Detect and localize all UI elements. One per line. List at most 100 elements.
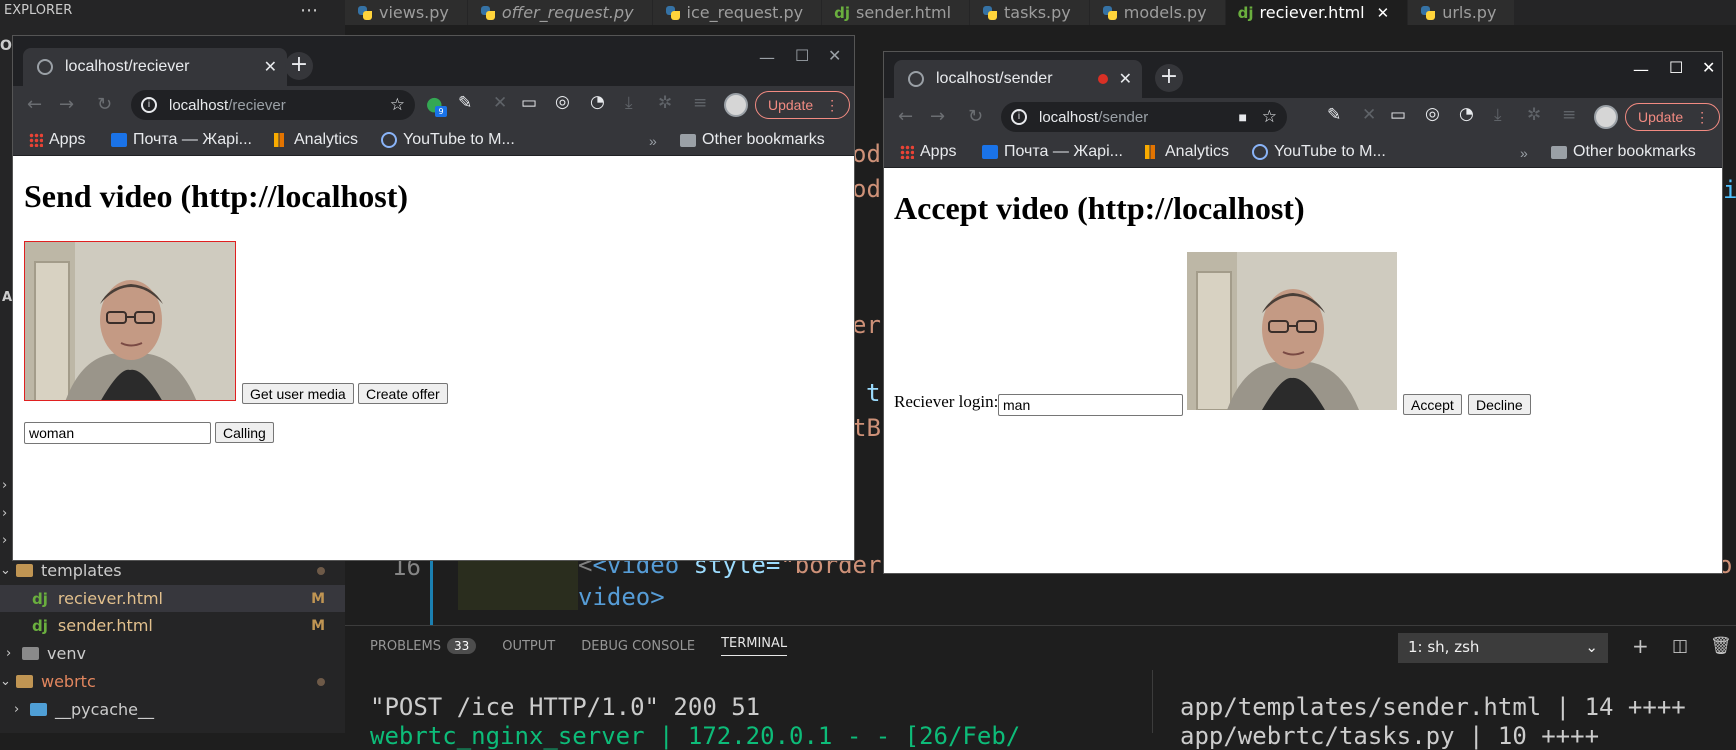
python-icon <box>982 5 998 21</box>
reload-icon[interactable]: ↻ <box>97 94 112 115</box>
target-icon[interactable]: ◎ <box>1425 104 1440 124</box>
trash-icon[interactable]: 🗑 <box>1710 636 1732 656</box>
login-input[interactable]: woman <box>24 422 211 444</box>
tree-chevron-icon[interactable]: › <box>2 533 7 548</box>
bookmarks-overflow-icon[interactable]: » <box>649 133 657 149</box>
puzzle-icon[interactable]: ✲ <box>658 93 672 113</box>
analytics-icon <box>274 133 288 147</box>
editor-tab-bar: views.py offer_request.py ice_request.py… <box>345 0 1516 25</box>
update-button[interactable]: Update ⋮ <box>1625 103 1721 131</box>
minimize-icon[interactable]: — <box>1633 60 1649 79</box>
download-icon[interactable]: ⤓ <box>1494 105 1502 125</box>
download-icon[interactable]: ⤓ <box>625 93 633 113</box>
code-fragment: od <box>852 140 881 168</box>
close-icon[interactable]: ✕ <box>1377 4 1390 22</box>
tab-problems[interactable]: PROBLEMS 33 <box>370 638 477 654</box>
new-tab-button[interactable]: + <box>285 52 313 80</box>
bookmark-other[interactable]: Other bookmarks <box>1551 143 1696 161</box>
tab-models-py[interactable]: models.py <box>1089 0 1226 25</box>
clock-icon[interactable]: ◔ <box>590 92 605 112</box>
tree-chevron-icon[interactable]: › <box>2 506 7 521</box>
tab-sender-html[interactable]: dj sender.html <box>822 0 971 25</box>
create-offer-button[interactable]: Create offer <box>358 383 448 404</box>
browser-tab[interactable]: localhost/reciever ✕ <box>23 48 287 86</box>
python-icon <box>1420 5 1436 21</box>
split-terminal-icon[interactable]: ◫ <box>1672 636 1688 656</box>
address-bar[interactable]: i localhost/reciever ☆ <box>131 90 415 120</box>
tree-item-pycache[interactable]: › __pycache__ <box>0 696 345 723</box>
bookmark-apps[interactable]: Apps <box>900 143 956 161</box>
tab-reciever-html[interactable]: dj reciever.html ✕ <box>1225 0 1409 25</box>
playlist-icon[interactable]: ≡ <box>693 93 707 113</box>
close-tab-icon[interactable]: ✕ <box>1119 69 1132 89</box>
bookmark-other[interactable]: Other bookmarks <box>680 131 825 149</box>
tree-item-webrtc[interactable]: ⌄ webrtc <box>0 668 345 695</box>
back-icon[interactable]: ← <box>27 94 42 115</box>
pen-icon[interactable]: ✎ <box>458 93 472 113</box>
maximize-icon[interactable]: ☐ <box>1669 58 1683 77</box>
clock-icon[interactable]: ◔ <box>1459 104 1474 124</box>
bookmark-youtube-to-mp3[interactable]: YouTube to M... <box>1252 143 1386 161</box>
back-icon[interactable]: ← <box>898 106 913 127</box>
accept-button[interactable]: Accept <box>1403 394 1462 415</box>
avatar[interactable] <box>724 93 748 117</box>
minimize-icon[interactable]: — <box>759 48 775 67</box>
chevron-down-icon: ⌄ <box>0 674 11 689</box>
tab-offer-request-py[interactable]: offer_request.py <box>467 0 653 25</box>
browser-tab[interactable]: localhost/sender ✕ <box>894 60 1142 98</box>
receiver-login-input[interactable]: man <box>998 394 1183 416</box>
browser-window-sender: localhost/sender ✕ + — ☐ ✕ ← → ↻ i local… <box>884 52 1722 573</box>
target-icon[interactable]: ◎ <box>555 92 570 112</box>
new-terminal-icon[interactable]: + <box>1632 634 1649 658</box>
close-window-icon[interactable]: ✕ <box>828 46 841 65</box>
tree-chevron-icon[interactable]: › <box>2 478 7 493</box>
tree-item-venv[interactable]: › venv <box>0 640 345 667</box>
tab-output[interactable]: OUTPUT <box>502 639 555 654</box>
forward-icon[interactable]: → <box>59 94 74 115</box>
terminal-select[interactable]: 1: sh, zsh ⌄ <box>1398 633 1608 663</box>
monitor-icon[interactable]: ▭ <box>521 93 537 113</box>
maximize-icon[interactable]: ☐ <box>795 46 809 65</box>
tree-item-sender-html[interactable]: dj sender.html M <box>0 612 345 639</box>
update-button[interactable]: Update ⋮ <box>755 91 851 119</box>
close-tab-icon[interactable]: ✕ <box>264 57 277 77</box>
tree-item-reciever-html[interactable]: dj reciever.html M <box>0 585 345 612</box>
star-icon[interactable]: ☆ <box>1262 107 1277 127</box>
bookmark-apps[interactable]: Apps <box>29 131 85 149</box>
modified-dot-icon <box>317 677 325 686</box>
tree-item-templates[interactable]: ⌄ templates <box>0 557 345 584</box>
blocked-icon[interactable]: ✕ <box>493 93 507 113</box>
bookmarks-overflow-icon[interactable]: » <box>1520 145 1528 161</box>
tab-terminal[interactable]: TERMINAL <box>721 636 788 656</box>
avatar[interactable] <box>1594 105 1618 129</box>
tab-ice-request-py[interactable]: ice_request.py <box>652 0 823 25</box>
close-window-icon[interactable]: ✕ <box>1702 58 1715 77</box>
bookmark-youtube-to-mp3[interactable]: YouTube to M... <box>381 131 515 149</box>
tab-debug-console[interactable]: DEBUG CONSOLE <box>581 639 695 654</box>
bookmark-mail[interactable]: Почта — Жарі... <box>982 143 1123 161</box>
more-actions-icon[interactable]: ⋯ <box>300 0 319 21</box>
new-tab-button[interactable]: + <box>1155 64 1183 92</box>
bookmark-analytics[interactable]: Analytics <box>274 131 358 149</box>
pen-icon[interactable]: ✎ <box>1327 105 1341 125</box>
playlist-icon[interactable]: ≡ <box>1562 105 1576 125</box>
explorer-title: EXPLORER <box>4 3 73 18</box>
tab-urls-py[interactable]: urls.py <box>1408 0 1516 25</box>
bookmark-analytics[interactable]: Analytics <box>1145 143 1229 161</box>
calling-button[interactable]: Calling <box>215 422 274 443</box>
python-icon <box>665 5 681 21</box>
monitor-icon[interactable]: ▭ <box>1390 105 1406 125</box>
tab-tasks-py[interactable]: tasks.py <box>970 0 1090 25</box>
reload-icon[interactable]: ↻ <box>968 106 983 127</box>
decline-button[interactable]: Decline <box>1468 394 1531 415</box>
puzzle-icon[interactable]: ✲ <box>1527 105 1541 125</box>
address-bar[interactable]: i localhost/sender ■ ☆ <box>1001 102 1287 132</box>
camera-icon[interactable]: ■ <box>1239 109 1247 125</box>
forward-icon[interactable]: → <box>930 106 945 127</box>
folder-icon <box>680 133 696 147</box>
bookmark-mail[interactable]: Почта — Жарі... <box>111 131 252 149</box>
get-user-media-button[interactable]: Get user media <box>242 383 354 404</box>
star-icon[interactable]: ☆ <box>390 95 405 115</box>
blocked-icon[interactable]: ✕ <box>1362 105 1376 125</box>
tab-views-py[interactable]: views.py <box>345 0 468 25</box>
